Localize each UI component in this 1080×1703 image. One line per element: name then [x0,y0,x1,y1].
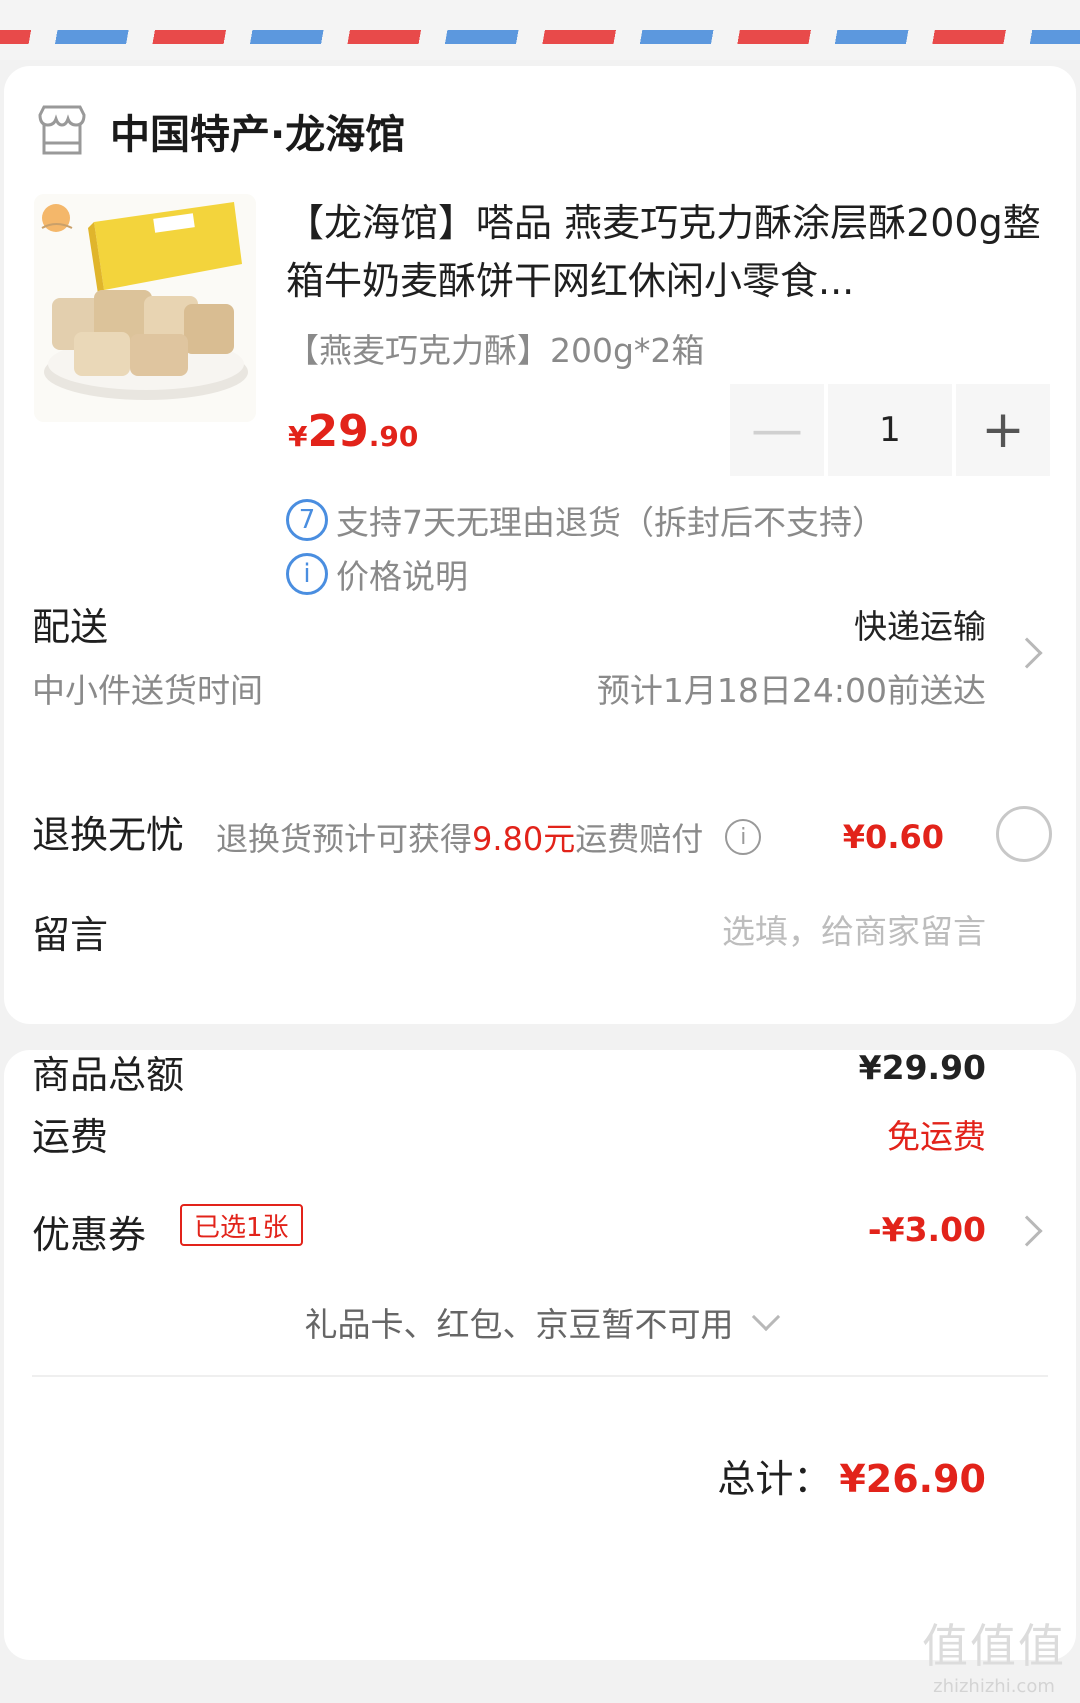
return-policy-text: 支持7天无理由退货（拆封后不支持） [336,503,885,542]
shop-name: 中国特产·龙海馆 [110,112,406,158]
info-icon[interactable]: i [725,819,762,855]
total-label: 总计： [717,1457,832,1501]
total-value: ¥26.90 [839,1457,986,1501]
worry-free-radio[interactable] [996,806,1052,862]
product-photo [34,194,256,422]
order-total: 总计： ¥26.90 [717,1448,986,1503]
product-title[interactable]: 【龙海馆】嗒品 燕麦巧克力酥涂层酥200g整箱牛奶麦酥饼干网红休闲小零食... [286,194,1046,310]
store-icon [38,105,86,155]
return-policy-note[interactable]: 7 支持7天无理由退货（拆封后不支持） [286,496,885,544]
quantity-value[interactable]: 1 [824,384,956,476]
chevron-down-icon [751,1302,780,1332]
product-image[interactable] [34,194,256,422]
coupon-value: -¥3.00 [867,1210,986,1249]
coupon-label: 优惠券 [32,1213,147,1257]
worry-free-desc: 退换货预计可获得 9.80元 运费赔付 i [216,814,762,860]
worry-free-label: 退换无忧 [32,813,185,857]
order-card: 中国特产·龙海馆 【龙海馆】嗒品 燕麦巧克力酥涂层酥200g整箱牛奶麦酥饼干网红… [4,66,1076,1024]
shop-header[interactable]: 中国特产·龙海馆 [34,100,405,162]
shipping-value: 免运费 [887,1117,986,1156]
unavailable-text: 礼品卡、红包、京豆暂不可用 [304,1305,734,1344]
delivery-time-label: 中小件送货时间 [32,671,263,710]
price-explanation-text: 价格说明 [336,557,468,596]
message-label: 留言 [32,913,109,957]
watermark-text: zhizhizhi.com [933,1676,1055,1697]
message-input[interactable] [566,912,986,951]
watermark: 值值值 zhizhizhi.com [922,1610,1066,1697]
price-decimal: .90 [368,420,419,453]
worry-free-desc-suffix: 运费赔付 [575,820,704,858]
airmail-border [0,0,1080,60]
chevron-right-icon [1011,637,1043,669]
divider [32,1375,1048,1377]
worry-free-price: ¥0.60 [842,818,944,856]
increase-button[interactable]: + [956,384,1050,476]
delivery-eta: 预计1月18日24:00前送达 [596,671,986,710]
watermark-glyphs: 值值值 [922,1619,1066,1673]
info-icon: i [286,553,328,595]
price-currency: ¥ [288,420,308,453]
airmail-stripe [0,30,1080,44]
worry-free-amount: 9.80元 [472,820,576,858]
delivery-label: 配送 [32,605,109,649]
chevron-right-icon [1011,1215,1043,1247]
decrease-button[interactable]: — [730,384,824,476]
goods-total-label: 商品总额 [32,1053,185,1097]
unavailable-row[interactable]: 礼品卡、红包、京豆暂不可用 [4,1298,1076,1346]
shipping-label: 运费 [32,1115,109,1159]
quantity-stepper: — 1 + [730,384,1050,476]
delivery-method: 快递运输 [854,607,986,646]
product-price: ¥29.90 [288,406,418,457]
goods-total-value: ¥29.90 [858,1048,986,1087]
worry-free-desc-prefix: 退换货预计可获得 [216,820,473,858]
coupon-badge: 已选1张 [180,1204,303,1246]
price-explanation[interactable]: i 价格说明 [286,550,468,598]
summary-card: 商品总额 ¥29.90 运费 免运费 优惠券 已选1张 -¥3.00 礼品卡、红… [4,1048,1076,1660]
seven-day-icon: 7 [286,499,328,541]
product-spec[interactable]: 【燕麦巧克力酥】200g*2箱 [286,324,704,372]
price-integer: 29 [307,406,369,457]
